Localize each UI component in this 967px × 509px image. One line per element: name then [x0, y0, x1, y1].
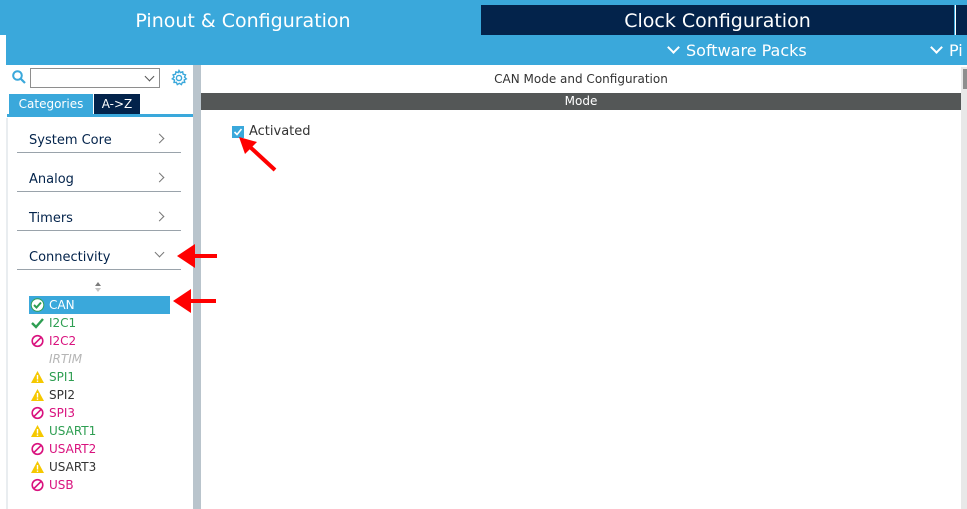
peripheral-label: I2C2: [49, 334, 77, 348]
peripheral-item[interactable]: IRTIM: [29, 350, 170, 368]
peripheral-item[interactable]: USB: [29, 476, 170, 494]
annotation-arrow-icon: [177, 244, 217, 268]
peripheral-label: SPI1: [49, 370, 76, 384]
category-system-core[interactable]: System Core: [17, 114, 181, 153]
sub-menu-bar: Software Packs Pi: [6, 35, 967, 65]
peripheral-item[interactable]: USART1: [29, 422, 170, 440]
chevron-right-icon: [154, 133, 165, 144]
mode-section-header[interactable]: Mode: [201, 93, 961, 110]
category-label: Timers: [29, 211, 73, 226]
blocked-icon: [31, 442, 44, 456]
peripheral-item[interactable]: USART3: [29, 458, 170, 476]
pinout-menu[interactable]: Pi: [930, 35, 963, 65]
software-packs-label: Software Packs: [686, 41, 807, 60]
chevron-down-icon: [930, 41, 943, 54]
category-label: System Core: [29, 133, 112, 148]
tab-pinout-configuration[interactable]: Pinout & Configuration: [6, 5, 480, 35]
panel-splitter[interactable]: [193, 65, 201, 509]
peripheral-item[interactable]: USART2: [29, 440, 170, 458]
peripheral-label: I2C1: [49, 316, 77, 330]
pinout-menu-label: Pi: [949, 41, 963, 60]
peripheral-label: USB: [49, 478, 74, 492]
warning-icon: [31, 461, 44, 473]
peripheral-item[interactable]: SPI2: [29, 386, 170, 404]
peripheral-item[interactable]: I2C1: [29, 314, 170, 332]
check-circle-icon: [30, 298, 45, 312]
search-icon[interactable]: [12, 70, 26, 84]
scrollbar[interactable]: [961, 67, 967, 509]
gear-icon[interactable]: [170, 69, 188, 87]
peripheral-label: IRTIM: [49, 352, 83, 366]
config-title: CAN Mode and Configuration: [494, 72, 668, 86]
peripheral-label: USART1: [49, 424, 97, 438]
search-input[interactable]: [30, 68, 160, 88]
category-label: Connectivity: [29, 250, 111, 265]
annotation-arrow-icon: [239, 137, 277, 172]
category-timers[interactable]: Timers: [17, 192, 181, 231]
warning-icon: [31, 425, 44, 437]
chevron-down-icon: [667, 41, 680, 54]
chevron-down-icon: [154, 247, 165, 258]
category-label: Analog: [29, 172, 74, 187]
blocked-icon: [31, 334, 44, 348]
chevron-down-icon[interactable]: [144, 71, 155, 82]
tab-clock-configuration[interactable]: Clock Configuration: [481, 5, 954, 35]
check-icon: [31, 318, 44, 329]
left-panel-border: [6, 118, 8, 509]
peripheral-item[interactable]: SPI3: [29, 404, 170, 422]
scrollbar-thumb[interactable]: [963, 69, 967, 89]
blocked-icon: [31, 478, 44, 492]
chevron-right-icon: [154, 211, 165, 222]
peripheral-label: CAN: [49, 298, 75, 312]
chevron-right-icon: [154, 172, 165, 183]
sort-icon[interactable]: [94, 281, 102, 293]
annotation-arrow-icon: [173, 289, 216, 313]
peripheral-label: USART2: [49, 442, 97, 456]
stm32cubemx-window: Pinout & Configuration Clock Configurati…: [0, 0, 967, 509]
peripheral-label: USART3: [49, 460, 97, 474]
tab-categories[interactable]: Categories: [9, 94, 93, 114]
blocked-icon: [31, 406, 44, 420]
peripheral-item[interactable]: I2C2: [29, 332, 170, 350]
category-analog[interactable]: Analog: [17, 153, 181, 192]
warning-icon: [31, 389, 44, 401]
warning-icon: [31, 371, 44, 383]
category-connectivity[interactable]: Connectivity: [17, 231, 181, 270]
peripheral-item[interactable]: CAN: [29, 296, 170, 314]
peripheral-label: SPI2: [49, 388, 76, 402]
tab-a-to-z[interactable]: A->Z: [94, 94, 140, 114]
peripheral-label: SPI3: [49, 406, 76, 420]
tab-overflow[interactable]: [955, 5, 967, 35]
blank-icon: [30, 352, 45, 366]
software-packs-menu[interactable]: Software Packs: [667, 35, 807, 65]
peripheral-item[interactable]: SPI1: [29, 368, 170, 386]
